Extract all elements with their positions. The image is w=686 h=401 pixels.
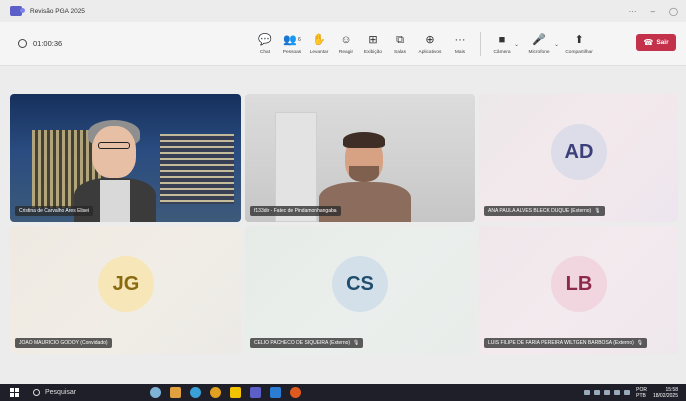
cloud-icon[interactable] xyxy=(604,390,611,395)
more-button[interactable]: ··· Mais xyxy=(447,33,473,55)
avatar: CS xyxy=(332,256,388,312)
chat-icon: 💬 xyxy=(258,33,272,46)
video-grid: Cristina de Carvalho Ares Elisei f133dir… xyxy=(0,67,686,382)
participant-name-tag: JOAO MAURICIO GODOY (Convidado) xyxy=(15,338,112,348)
participant-tile[interactable]: f133dir - Fatec de Pindamonhangaba xyxy=(245,94,475,222)
phone-hangup-icon: ☎ xyxy=(643,38,654,47)
react-button[interactable]: ☺ Reagir xyxy=(333,33,359,55)
participant-tile[interactable]: CS CELIO PACHECO DE SIQUEIRA (Externo) 🎙 xyxy=(245,226,475,354)
background-building xyxy=(160,134,234,204)
minimize-button[interactable]: – xyxy=(651,7,655,16)
participant-video-shirt xyxy=(100,180,130,222)
view-button[interactable]: ⊞ Exibição xyxy=(360,33,386,55)
search-icon xyxy=(33,389,40,396)
avatar: LB xyxy=(551,256,607,312)
view-icon: ⊞ xyxy=(368,33,378,46)
toolbar-divider xyxy=(480,32,481,56)
mic-off-icon: 🎙 xyxy=(353,340,360,346)
participant-video-glasses xyxy=(98,142,130,149)
participant-tile[interactable]: Cristina de Carvalho Ares Elisei xyxy=(10,94,241,222)
teams-icon[interactable] xyxy=(250,387,261,398)
shield-icon xyxy=(18,39,27,48)
chat-button[interactable]: 💬 Chat xyxy=(252,33,278,55)
participant-tile[interactable]: LB LUIS FILIPE DE FARIA PEREIRA WILTGEN … xyxy=(479,226,678,354)
windows-start-icon[interactable] xyxy=(10,388,19,397)
folder-icon[interactable] xyxy=(230,387,241,398)
participant-tile[interactable]: AD ANA PAULA ALVES BLECK DUQUE (Externo)… xyxy=(479,94,678,222)
camera-icon: ■ xyxy=(498,33,506,46)
share-icon: ⬆ xyxy=(574,33,584,46)
camera-button[interactable]: ■ Câmera xyxy=(489,33,515,55)
file-explorer-icon[interactable] xyxy=(170,387,181,398)
window-title: Revisão PGA 2025 xyxy=(30,7,85,15)
microphone-options-chevron-icon[interactable]: ⌄ xyxy=(554,41,559,48)
people-icon: 👥 6 xyxy=(283,33,301,46)
meeting-controls: 💬 Chat 👥 6 Pessoas ✋ Levantar ☺ Reagir ⊞ … xyxy=(252,22,596,66)
tray-icons xyxy=(584,390,631,395)
restore-button[interactable]: ◯ xyxy=(669,7,678,16)
windows-taskbar: Pesquisar POR PTB 15:58 18/02/2025 xyxy=(0,384,686,401)
taskbar-apps xyxy=(150,384,301,401)
rooms-button[interactable]: ⧉ Salas xyxy=(387,33,413,55)
microphone-button[interactable]: 🎤 Microfone xyxy=(523,33,555,55)
leave-button[interactable]: ☎ Sair xyxy=(636,34,676,51)
word-icon[interactable] xyxy=(270,387,281,398)
system-clock[interactable]: 15:58 18/02/2025 xyxy=(653,387,678,399)
title-bar: Revisão PGA 2025 ··· – ◯ xyxy=(0,0,686,22)
people-button[interactable]: 👥 6 Pessoas xyxy=(279,33,305,55)
participant-video-body xyxy=(319,182,411,222)
participant-name-tag: CELIO PACHECO DE SIQUEIRA (Externo) 🎙 xyxy=(250,338,364,348)
taskbar-search[interactable]: Pesquisar xyxy=(33,389,76,396)
widgets-icon[interactable] xyxy=(150,387,161,398)
window-more-button[interactable]: ··· xyxy=(629,7,637,16)
raise-hand-button[interactable]: ✋ Levantar xyxy=(306,33,332,55)
language-indicator[interactable]: POR PTB xyxy=(636,387,647,399)
chevron-up-icon[interactable] xyxy=(584,390,591,395)
mic-off-icon: 🎙 xyxy=(636,340,644,346)
teams-logo-icon xyxy=(10,6,25,16)
firefox-icon[interactable] xyxy=(290,387,301,398)
people-count-badge: 6 xyxy=(297,36,301,43)
camera-options-chevron-icon[interactable]: ⌄ xyxy=(514,41,519,48)
meeting-toolbar: 01:00:36 💬 Chat 👥 6 Pessoas ✋ Levantar ☺ … xyxy=(0,22,686,66)
share-button[interactable]: ⬆ Compartilhar xyxy=(563,33,595,55)
chrome-icon[interactable] xyxy=(210,387,221,398)
network-icon[interactable] xyxy=(594,390,601,395)
edge-icon[interactable] xyxy=(190,387,201,398)
participant-video-hair xyxy=(343,132,385,148)
timer-text: 01:00:36 xyxy=(33,39,63,48)
window-controls: ··· – ◯ xyxy=(629,0,678,22)
avatar: AD xyxy=(551,124,607,180)
participant-video-face xyxy=(92,126,136,178)
more-icon: ··· xyxy=(454,33,466,46)
battery-icon[interactable] xyxy=(614,390,621,395)
participant-tile[interactable]: JG JOAO MAURICIO GODOY (Convidado) xyxy=(10,226,241,354)
apps-button[interactable]: ⊕ Aplicativos xyxy=(414,33,446,55)
participant-name-tag: ANA PAULA ALVES BLECK DUQUE (Externo) 🎙 xyxy=(484,206,605,216)
apps-icon: ⊕ xyxy=(425,33,435,46)
participant-name-tag: Cristina de Carvalho Ares Elisei xyxy=(15,206,94,216)
mic-off-icon: 🎙 xyxy=(594,208,601,214)
avatar: JG xyxy=(98,256,154,312)
react-icon: ☺ xyxy=(340,33,352,46)
microphone-icon: 🎤 xyxy=(532,33,546,46)
system-tray: POR PTB 15:58 18/02/2025 xyxy=(584,384,678,401)
participant-name-tag: LUIS FILIPE DE FARIA PEREIRA WILTGEN BAR… xyxy=(484,338,648,348)
raise-hand-icon: ✋ xyxy=(312,33,326,46)
participant-video-beard xyxy=(349,166,379,182)
volume-icon[interactable] xyxy=(624,390,631,395)
rooms-icon: ⧉ xyxy=(396,33,404,46)
participant-name-tag: f133dir - Fatec de Pindamonhangaba xyxy=(250,206,341,216)
meeting-timer: 01:00:36 xyxy=(18,39,62,48)
